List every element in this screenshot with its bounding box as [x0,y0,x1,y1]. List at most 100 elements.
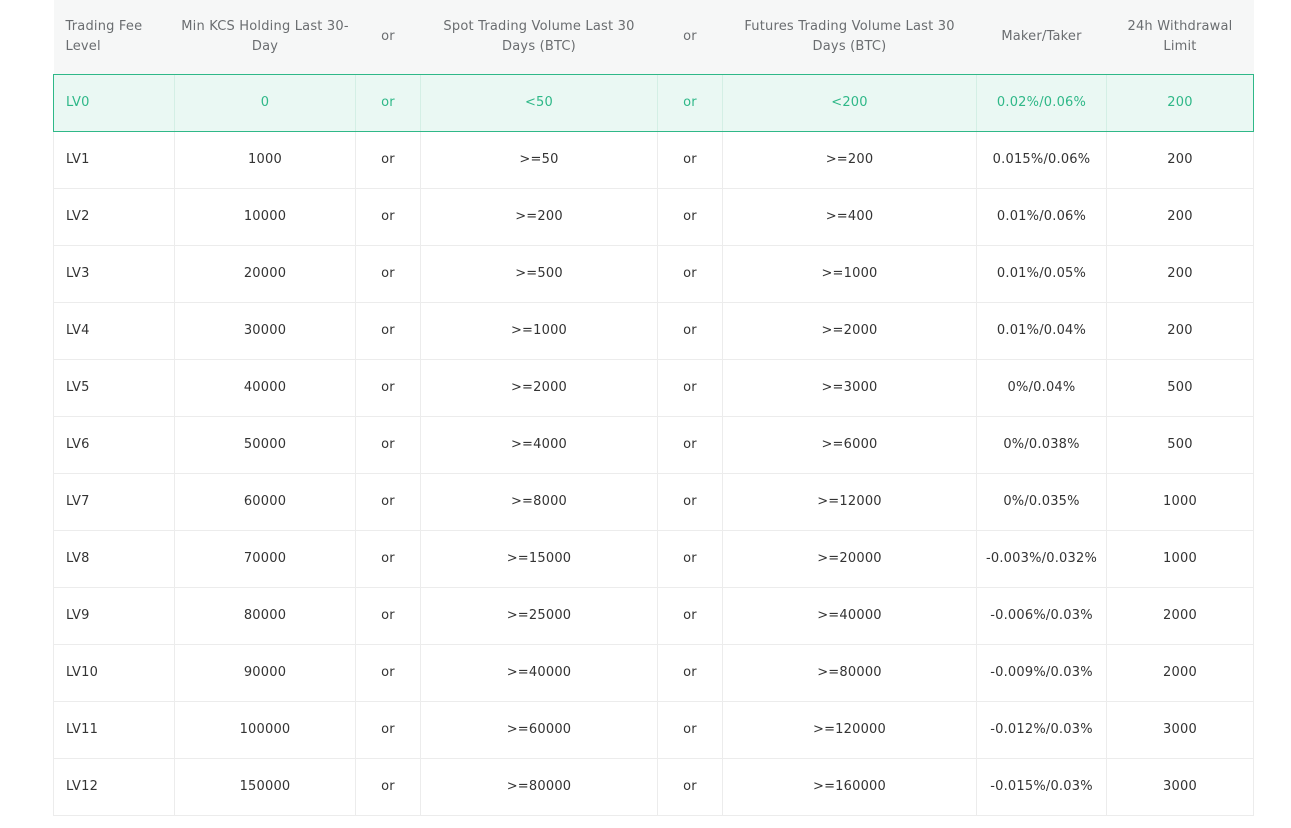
or-cell: or [355,473,421,531]
or-cell: or [355,758,421,816]
withdrawal-limit-cell: 3000 [1106,758,1254,816]
spot-volume-cell: >=60000 [420,701,658,759]
level-cell: LV8 [53,530,175,588]
kcs-holding-cell: 20000 [174,245,356,303]
maker-taker-cell: 0.015%/0.06% [976,131,1107,189]
withdrawal-limit-cell: 200 [1106,188,1254,246]
table-row: LV8 70000 or >=15000 or >=20000 -0.003%/0.032%… [53,530,1254,588]
maker-taker-cell: 0.01%/0.04% [976,302,1107,360]
or-cell: or [355,359,421,417]
or-cell: or [355,73,421,132]
futures-volume-cell: >=200 [722,131,977,189]
fee-level-table-container: Trading Fee Level Min KCS Holding Last 3… [53,0,1254,816]
kcs-holding-cell: 1000 [174,131,356,189]
or-cell: or [657,758,723,816]
maker-taker-cell: 0.01%/0.06% [976,188,1107,246]
futures-volume-cell: >=160000 [722,758,977,816]
kcs-holding-cell: 30000 [174,302,356,360]
withdrawal-limit-cell: 2000 [1106,587,1254,645]
maker-taker-cell: 0.01%/0.05% [976,245,1107,303]
header-or: or [381,28,395,44]
or-cell: or [355,188,421,246]
withdrawal-limit-cell: 2000 [1106,644,1254,702]
kcs-holding-cell: 70000 [174,530,356,588]
maker-taker-cell: -0.015%/0.03% [976,758,1107,816]
or-cell: or [355,302,421,360]
level-cell: LV6 [53,416,175,474]
or-cell: or [355,131,421,189]
maker-taker-cell: 0%/0.04% [976,359,1107,417]
spot-volume-cell: >=8000 [420,473,658,531]
kcs-holding-cell: 0 [174,73,356,132]
withdrawal-limit-cell: 1000 [1106,473,1254,531]
spot-volume-cell: >=80000 [420,758,658,816]
maker-taker-cell: -0.012%/0.03% [976,701,1107,759]
or-cell: or [657,245,723,303]
futures-volume-cell: >=6000 [722,416,977,474]
table-row: LV0 0 or <50 or <200 0.02%/0.06% 200 [53,73,1254,132]
table-row: LV7 60000 or >=8000 or >=12000 0%/0.035% 1000 [53,473,1254,531]
or-cell: or [355,245,421,303]
or-cell: or [657,587,723,645]
level-cell: LV3 [53,245,175,303]
kcs-holding-cell: 100000 [174,701,356,759]
level-cell: LV9 [53,587,175,645]
withdrawal-limit-cell: 200 [1106,73,1254,132]
level-cell: LV12 [53,758,175,816]
or-cell: or [657,188,723,246]
kcs-holding-cell: 60000 [174,473,356,531]
header-row: Trading Fee Level Min KCS Holding Last 3… [53,0,1254,74]
level-cell: LV10 [53,644,175,702]
level-cell: LV0 [53,73,175,132]
spot-volume-cell: >=500 [420,245,658,303]
spot-volume-cell: >=2000 [420,359,658,417]
or-cell: or [355,644,421,702]
futures-volume-cell: <200 [722,73,977,132]
table-body: LV0 0 or <50 or <200 0.02%/0.06% 200 LV1 1000 or >=… [53,73,1254,816]
futures-volume-cell: >=20000 [722,530,977,588]
table-row: LV2 10000 or >=200 or >=400 0.01%/0.06% 200 [53,188,1254,246]
header-spot-volume: Spot Trading Volume Last 30 Days (BTC) [443,18,635,54]
level-cell: LV11 [53,701,175,759]
or-cell: or [657,302,723,360]
level-cell: LV2 [53,188,175,246]
withdrawal-limit-cell: 3000 [1106,701,1254,759]
fee-level-table: Trading Fee Level Min KCS Holding Last 3… [53,0,1254,816]
futures-volume-cell: >=3000 [722,359,977,417]
header-futures-volume: Futures Trading Volume Last 30 Days (BTC… [744,18,955,54]
withdrawal-limit-cell: 1000 [1106,530,1254,588]
header-withdrawal-limit: 24h Withdrawal Limit [1127,18,1233,54]
or-cell: or [657,131,723,189]
futures-volume-cell: >=12000 [722,473,977,531]
table-row: LV6 50000 or >=4000 or >=6000 0%/0.038% 500 [53,416,1254,474]
maker-taker-cell: -0.009%/0.03% [976,644,1107,702]
kcs-holding-cell: 80000 [174,587,356,645]
spot-volume-cell: >=25000 [420,587,658,645]
spot-volume-cell: >=200 [420,188,658,246]
spot-volume-cell: <50 [420,73,658,132]
or-cell: or [355,587,421,645]
withdrawal-limit-cell: 200 [1106,245,1254,303]
or-cell: or [657,416,723,474]
maker-taker-cell: -0.006%/0.03% [976,587,1107,645]
kcs-holding-cell: 40000 [174,359,356,417]
level-cell: LV5 [53,359,175,417]
or-cell: or [657,644,723,702]
spot-volume-cell: >=40000 [420,644,658,702]
futures-volume-cell: >=400 [722,188,977,246]
withdrawal-limit-cell: 200 [1106,302,1254,360]
header-maker-taker: Maker/Taker [1001,28,1082,44]
table-row: LV4 30000 or >=1000 or >=2000 0.01%/0.04% 200 [53,302,1254,360]
maker-taker-cell: 0.02%/0.06% [976,73,1107,132]
table-row: LV12 150000 or >=80000 or >=160000 -0.015%/0.0… [53,758,1254,816]
table-row: LV5 40000 or >=2000 or >=3000 0%/0.04% 500 [53,359,1254,417]
maker-taker-cell: -0.003%/0.032% [976,530,1107,588]
maker-taker-cell: 0%/0.038% [976,416,1107,474]
withdrawal-limit-cell: 200 [1106,131,1254,189]
or-cell: or [355,530,421,588]
kcs-holding-cell: 50000 [174,416,356,474]
futures-volume-cell: >=120000 [722,701,977,759]
or-cell: or [657,73,723,132]
or-cell: or [657,530,723,588]
table-row: LV3 20000 or >=500 or >=1000 0.01%/0.05% 200 [53,245,1254,303]
